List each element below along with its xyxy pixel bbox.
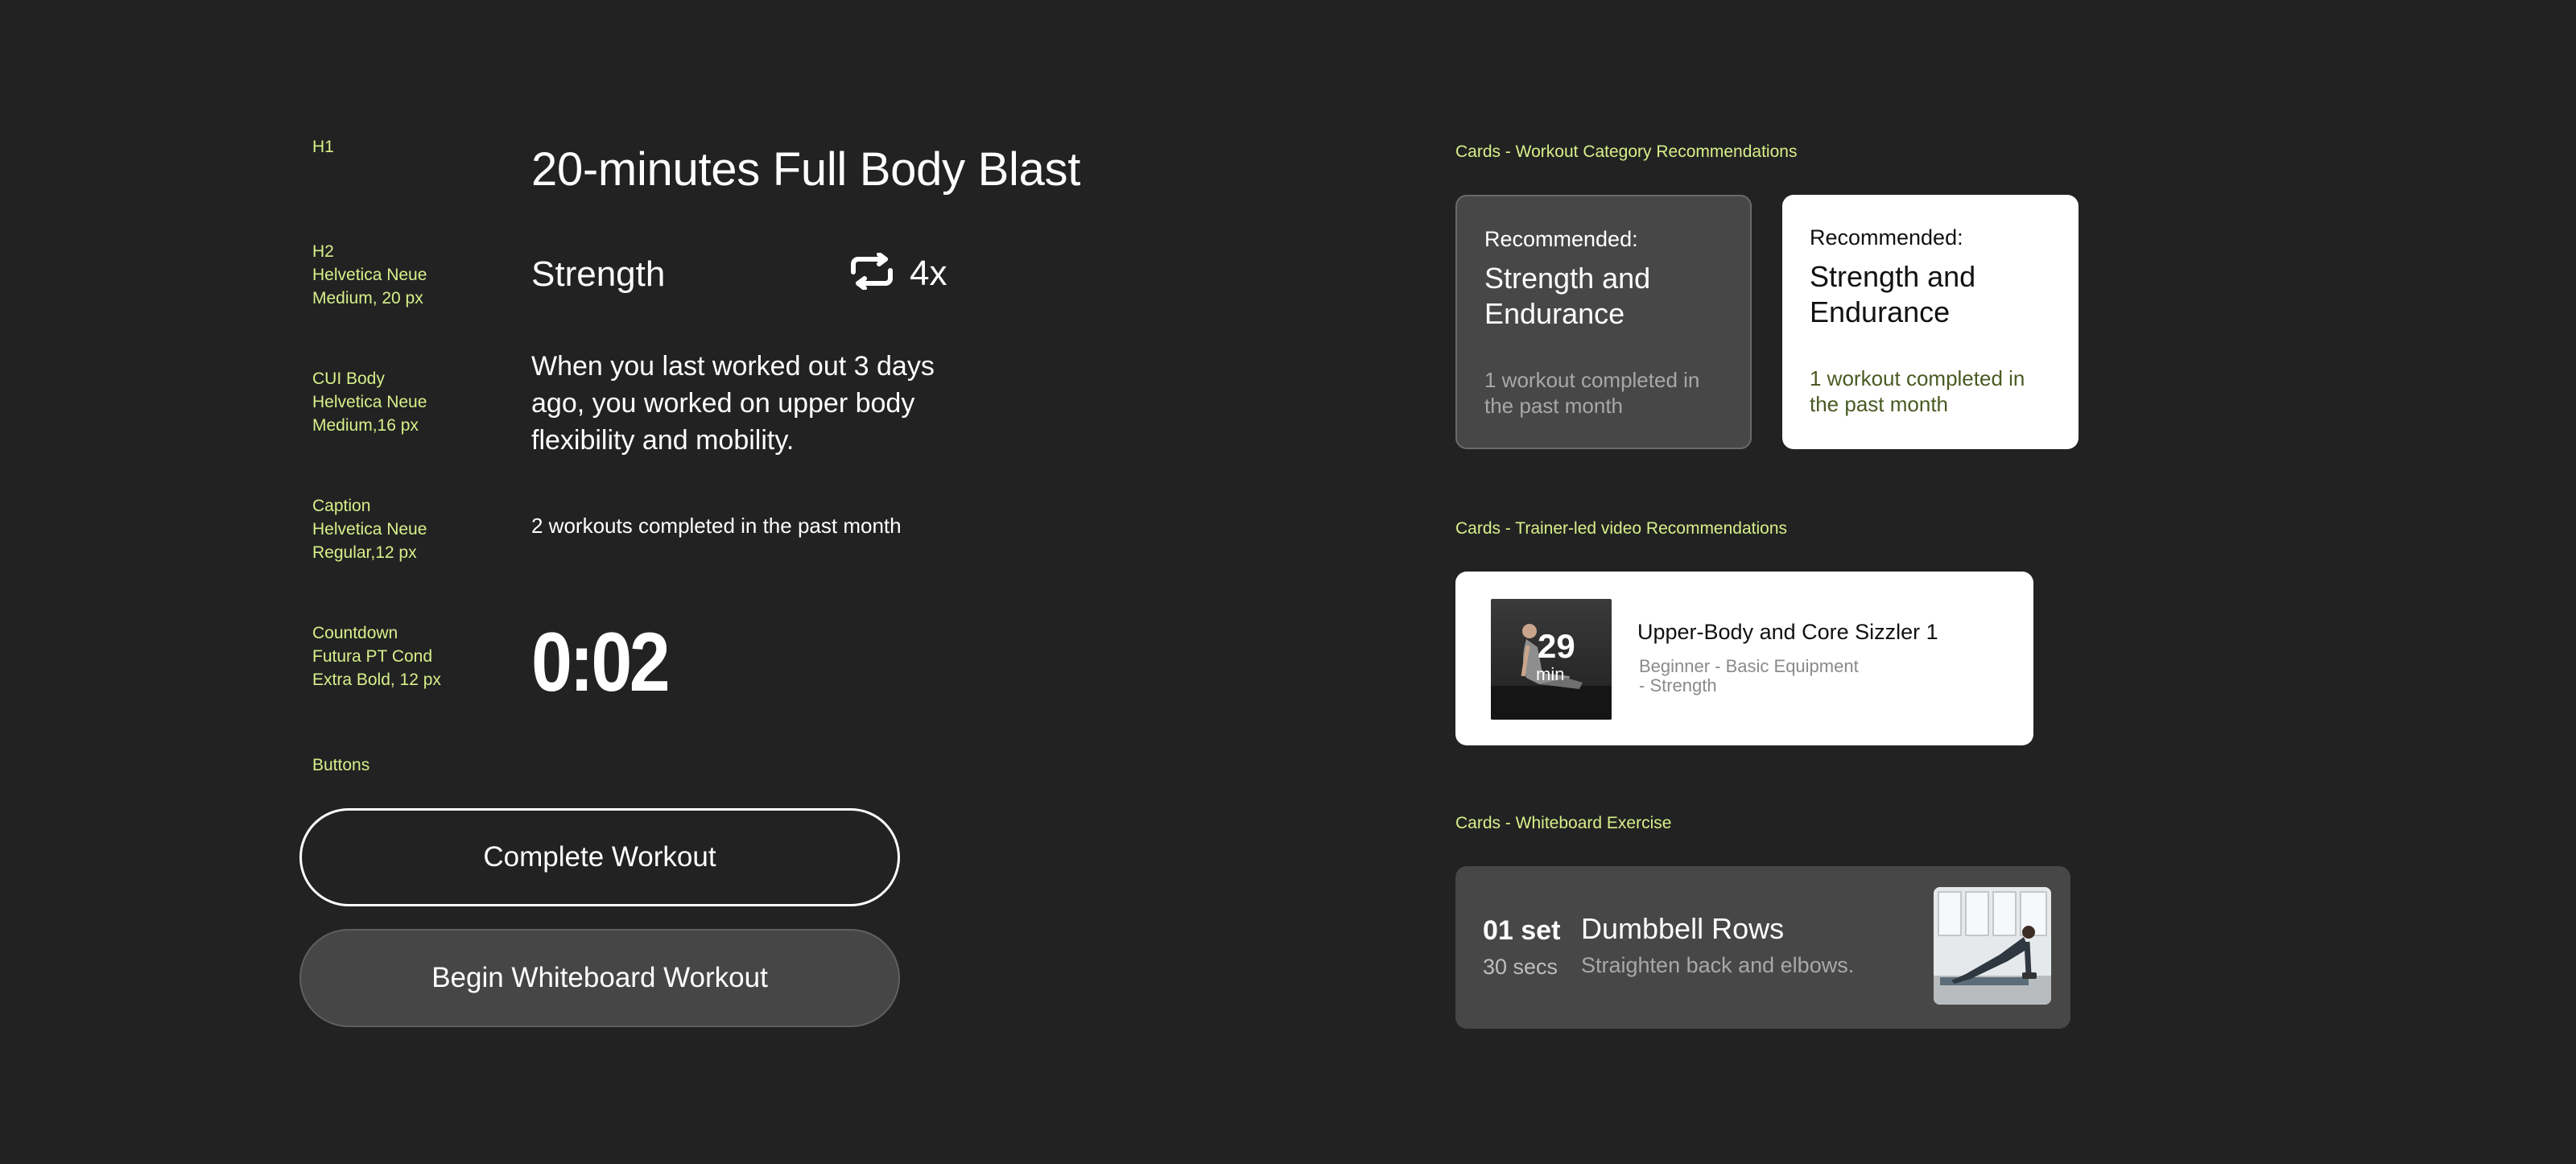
sample-h1: 20-minutes Full Body Blast <box>531 143 1081 196</box>
sample-body: When you last worked out 3 days ago, you… <box>531 351 935 456</box>
rec-card-subtitle: 1 workout completed in the past month <box>1810 366 2025 416</box>
trainer-video-card[interactable]: 29 min Upper-Body and Core Sizzler 1 Beg… <box>1455 572 2033 745</box>
sample-h2: Strength <box>531 254 666 294</box>
spec-label-body: CUI Body Helvetica Neue Medium,16 px <box>312 369 427 435</box>
exercise-description: Straighten back and elbows. <box>1581 953 1855 977</box>
plank-figure-icon <box>1934 887 2051 1005</box>
repeat-icon <box>848 252 895 294</box>
rec-card-kicker: Recommended: <box>1810 225 1963 250</box>
spec-label-caption: Caption Helvetica Neue Regular,12 px <box>312 497 427 562</box>
sample-caption: 2 workouts completed in the past month <box>531 514 902 538</box>
repeat-indicator: 4x <box>848 252 947 294</box>
design-spec-page: H1 H2 Helvetica Neue Medium, 20 px CUI B… <box>0 0 2576 1164</box>
rec-card-title: Strength and Endurance <box>1484 262 1651 330</box>
spec-label-countdown: Countdown Futura PT Cond Extra Bold, 12 … <box>312 624 441 689</box>
exercise-title: Dumbbell Rows <box>1581 912 1785 945</box>
sample-countdown: 0:02 <box>531 616 671 709</box>
section-label-category: Cards - Workout Category Recommendations <box>1455 142 1798 161</box>
video-duration-value: 29 <box>1538 627 1575 665</box>
rec-card-subtitle: 1 workout completed in the past month <box>1484 368 1700 418</box>
spec-label-h2: H2 Helvetica Neue Medium, 20 px <box>312 242 427 308</box>
recommendation-card-light[interactable]: Recommended: Strength and Endurance 1 wo… <box>1782 195 2079 449</box>
rec-card-kicker: Recommended: <box>1484 227 1638 251</box>
whiteboard-exercise-card[interactable]: 01 set 30 secs Dumbbell Rows Straighten … <box>1455 866 2070 1029</box>
recommendation-card-dark[interactable]: Recommended: Strength and Endurance 1 wo… <box>1455 195 1752 449</box>
section-label-whiteboard: Cards - Whiteboard Exercise <box>1455 814 1672 832</box>
exercise-duration: 30 secs <box>1483 955 1558 979</box>
video-duration-unit: min <box>1536 664 1565 684</box>
rec-card-title: Strength and Endurance <box>1810 260 1976 328</box>
video-thumbnail: 29 min <box>1491 599 1612 720</box>
begin-whiteboard-workout-button[interactable]: Begin Whiteboard Workout <box>299 929 900 1027</box>
complete-workout-button[interactable]: Complete Workout <box>299 808 900 906</box>
section-label-trainer: Cards - Trainer-led video Recommendation… <box>1455 519 1788 538</box>
spec-label-buttons: Buttons <box>312 756 370 774</box>
repeat-count: 4x <box>910 253 947 293</box>
exercise-sets: 01 set <box>1483 915 1561 946</box>
spec-label-h1: H1 <box>312 138 334 156</box>
exercise-image <box>1934 887 2051 1005</box>
video-meta: Beginner - Basic Equipment - Strength <box>1639 656 1859 696</box>
video-title: Upper-Body and Core Sizzler 1 <box>1637 620 1938 644</box>
